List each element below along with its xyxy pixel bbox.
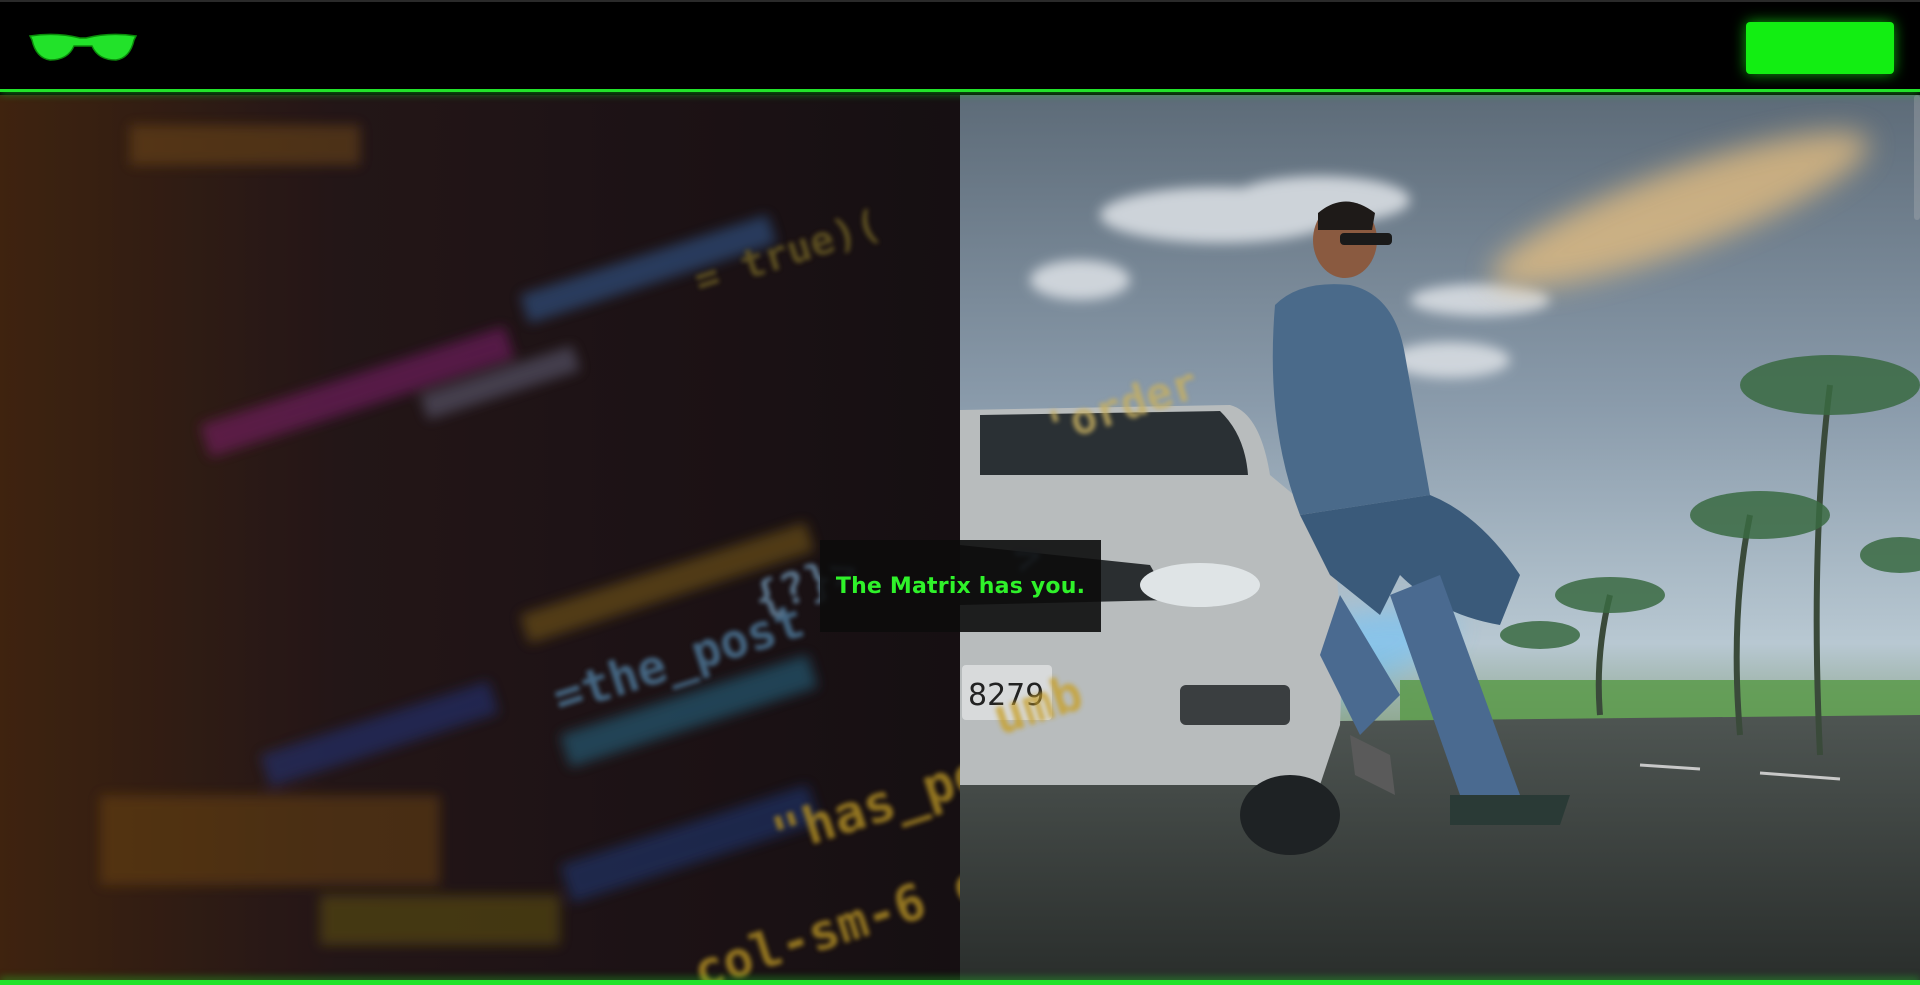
hero-background-image: =the_post "has_post_th col-sm-6 col-xs-1… — [0, 95, 1920, 980]
scrollbar-thumb[interactable] — [1914, 95, 1920, 220]
site-header — [0, 0, 1920, 92]
sunglasses-icon[interactable] — [26, 28, 140, 68]
hero-message: The Matrix has you. — [835, 573, 1086, 599]
header-action-button[interactable] — [1746, 22, 1894, 74]
hero-section: =the_post "has_post_th col-sm-6 col-xs-1… — [0, 95, 1920, 980]
message-box: The Matrix has you. — [820, 540, 1101, 632]
bottom-accent-line — [0, 980, 1920, 985]
